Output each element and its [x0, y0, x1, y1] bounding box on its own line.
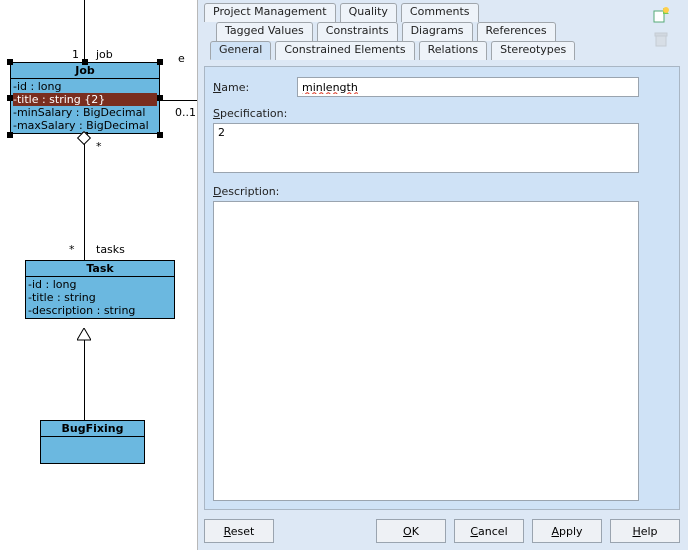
- tab-general[interactable]: General: [210, 41, 271, 60]
- class-task[interactable]: Task -id : long -title : string -descrip…: [25, 260, 175, 319]
- edge-line: [160, 100, 200, 101]
- role-label: job: [96, 48, 113, 61]
- multiplicity-label: 1: [72, 48, 79, 61]
- generalization-arrow-icon: [77, 328, 91, 342]
- tab-quality[interactable]: Quality: [340, 3, 397, 22]
- tab-content: Name: Specification: Description:: [204, 66, 680, 510]
- attr-row[interactable]: -minSalary : BigDecimal: [13, 106, 157, 119]
- class-title: Job: [11, 63, 159, 79]
- tab-tagged-values[interactable]: Tagged Values: [216, 22, 313, 41]
- name-label: Name:: [213, 81, 249, 94]
- name-input[interactable]: [297, 77, 639, 97]
- tab-constraints[interactable]: Constraints: [317, 22, 398, 41]
- tabs: Project Management Quality Comments Tagg…: [204, 3, 644, 60]
- ok-button[interactable]: OK: [376, 519, 446, 543]
- attr-row[interactable]: -description : string: [28, 304, 172, 317]
- tab-references[interactable]: References: [477, 22, 556, 41]
- panel-side-icons: [652, 6, 684, 54]
- attr-row[interactable]: -maxSalary : BigDecimal: [13, 119, 157, 132]
- delete-icon: [652, 30, 670, 48]
- attr-row-selected[interactable]: -title : string {2}: [13, 93, 157, 106]
- attr-row[interactable]: -id : long: [13, 80, 157, 93]
- class-attrs-empty: [41, 437, 144, 461]
- truncated-label: e: [178, 52, 185, 65]
- class-attrs: -id : long -title : string {2} -minSalar…: [11, 79, 159, 133]
- description-label: Description:: [213, 185, 279, 198]
- edge-line: [84, 144, 85, 260]
- tab-diagrams[interactable]: Diagrams: [402, 22, 473, 41]
- role-label: tasks: [96, 243, 125, 256]
- tab-project-management[interactable]: Project Management: [204, 3, 336, 22]
- multiplicity-label: *: [96, 140, 102, 153]
- class-title: Task: [26, 261, 174, 277]
- new-icon[interactable]: [652, 6, 670, 24]
- tab-relations[interactable]: Relations: [419, 41, 488, 60]
- description-input[interactable]: [213, 201, 639, 501]
- class-attrs: -id : long -title : string -description …: [26, 277, 174, 318]
- multiplicity-label: *: [69, 243, 75, 256]
- tab-stereotypes[interactable]: Stereotypes: [491, 41, 575, 60]
- properties-panel: Project Management Quality Comments Tagg…: [197, 0, 688, 550]
- class-title: BugFixing: [41, 421, 144, 437]
- edge-line: [84, 0, 85, 60]
- class-job[interactable]: Job -id : long -title : string {2} -minS…: [10, 62, 160, 134]
- apply-button[interactable]: Apply: [532, 519, 602, 543]
- multiplicity-label: 0..1: [175, 106, 196, 119]
- specification-label: Specification:: [213, 107, 287, 120]
- attr-row[interactable]: -id : long: [28, 278, 172, 291]
- dialog-buttons: Reset OK Cancel Apply Help: [204, 516, 680, 546]
- reset-button[interactable]: Reset: [204, 519, 274, 543]
- uml-diagram[interactable]: 1 job 0..1 job e Job -id : long -title :…: [0, 0, 200, 550]
- attr-row[interactable]: -title : string: [28, 291, 172, 304]
- cancel-button[interactable]: Cancel: [454, 519, 524, 543]
- class-bugfixing[interactable]: BugFixing: [40, 420, 145, 464]
- tab-constrained-elements[interactable]: Constrained Elements: [275, 41, 414, 60]
- edge-line: [84, 340, 85, 420]
- tab-comments[interactable]: Comments: [401, 3, 479, 22]
- specification-input[interactable]: [213, 123, 639, 173]
- help-button[interactable]: Help: [610, 519, 680, 543]
